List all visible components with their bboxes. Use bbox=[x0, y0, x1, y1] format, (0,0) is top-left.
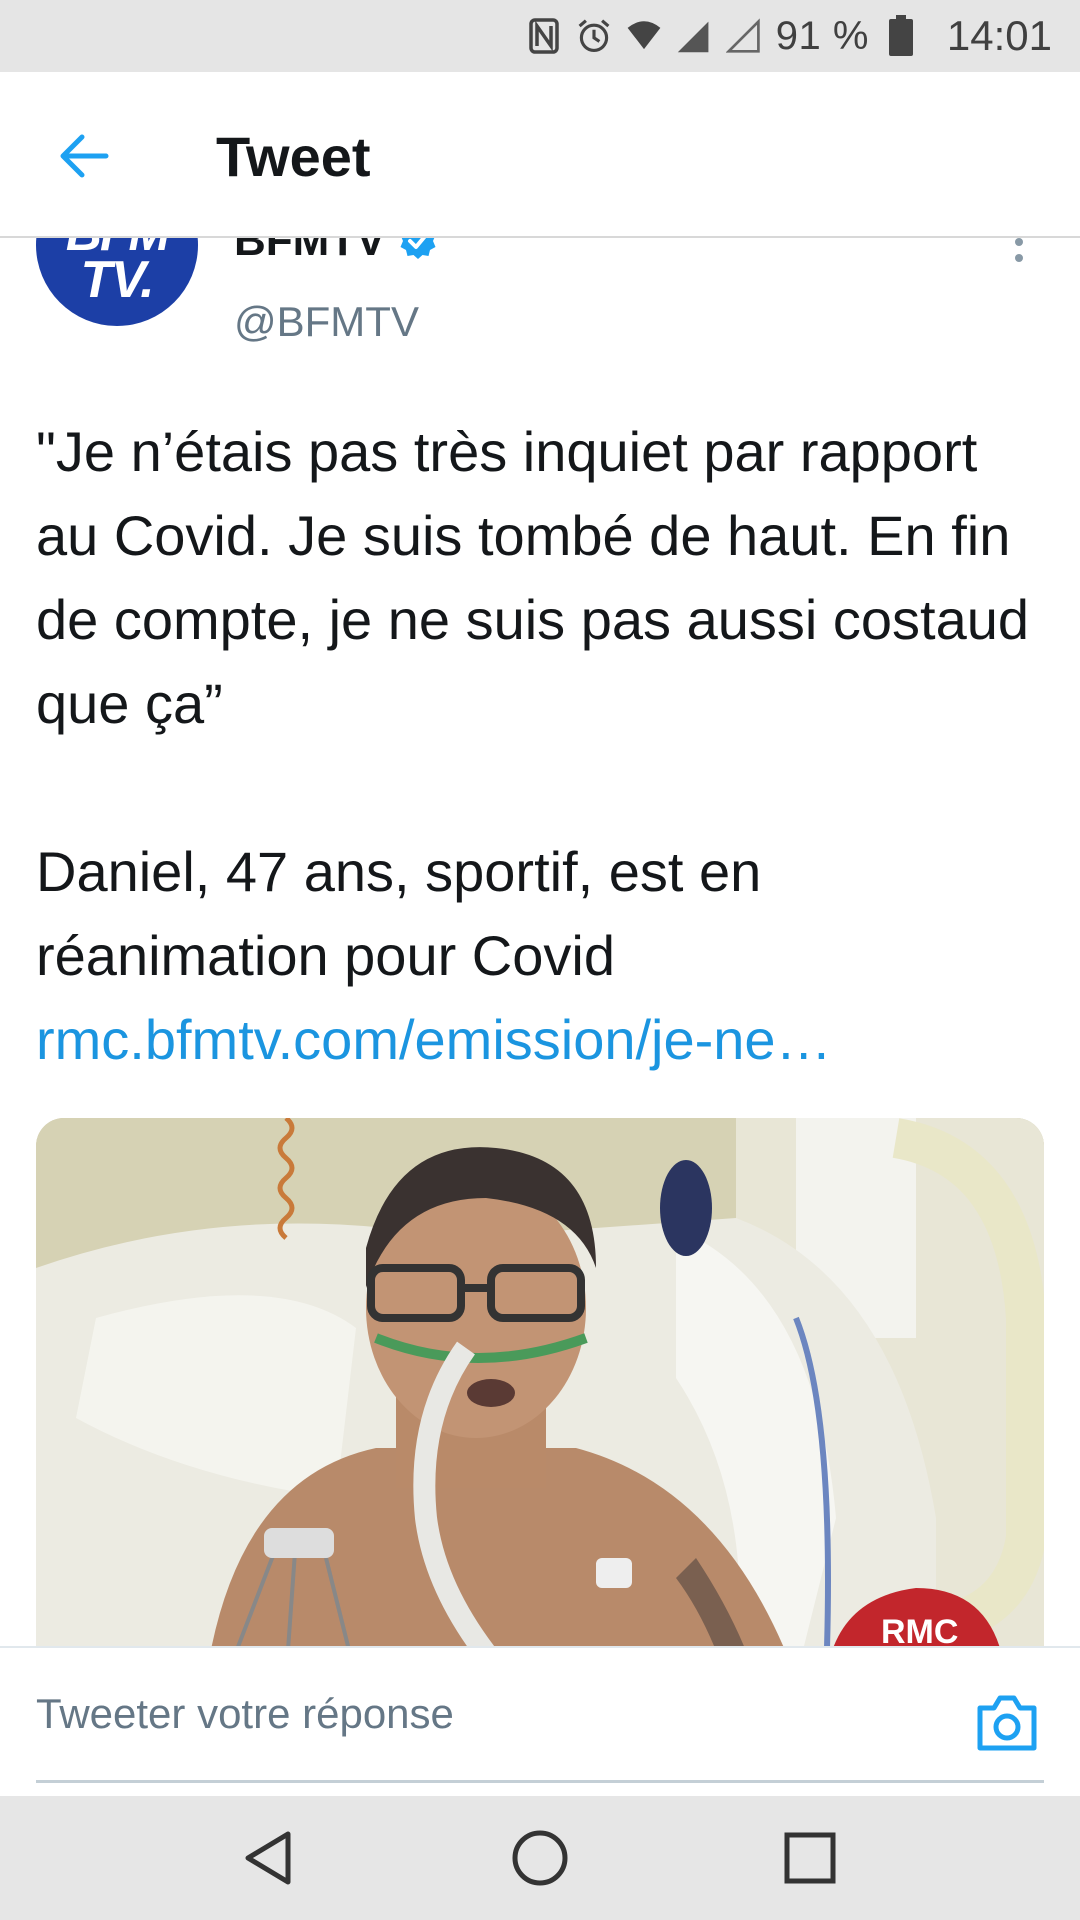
reply-input[interactable]: Tweeter votre réponse bbox=[36, 1690, 454, 1738]
nav-back-button[interactable] bbox=[238, 1826, 302, 1890]
tweet-media-image[interactable]: RMC bbox=[36, 1118, 1044, 1646]
tweet-detail: BFM TV. BFMTV @BFMTV "Je n’étais pas trè… bbox=[0, 238, 1080, 1646]
status-bar: 91 % 14:01 bbox=[0, 0, 1080, 72]
media-photo: RMC bbox=[36, 1118, 1044, 1646]
avatar-logo-text: TV. bbox=[80, 251, 154, 309]
verified-badge-icon bbox=[400, 238, 436, 259]
tweet-text: "Je n’étais pas très inquiet par rapport… bbox=[36, 410, 1046, 1082]
alarm-icon bbox=[576, 16, 612, 56]
tweet-paragraph: "Je n’étais pas très inquiet par rapport… bbox=[36, 420, 1030, 735]
signal-empty-icon bbox=[725, 16, 762, 56]
nav-recent-icon bbox=[784, 1832, 836, 1884]
author-name-label: BFMTV bbox=[234, 238, 386, 265]
battery-icon bbox=[883, 15, 919, 56]
signal-icon bbox=[676, 16, 712, 56]
more-options-button[interactable] bbox=[1004, 238, 1034, 298]
tweet-link[interactable]: rmc.bfmtv.com/emission/je-ne… bbox=[36, 998, 1046, 1082]
back-arrow-icon bbox=[60, 134, 109, 178]
system-nav-bar bbox=[0, 1796, 1080, 1920]
nav-home-button[interactable] bbox=[508, 1826, 572, 1890]
reply-input-underline bbox=[36, 1780, 1044, 1783]
more-dot-icon bbox=[1015, 254, 1023, 262]
camera-icon bbox=[977, 1695, 1037, 1751]
avatar[interactable]: BFM TV. bbox=[36, 238, 198, 326]
back-button[interactable] bbox=[52, 124, 116, 188]
more-dot-icon bbox=[1015, 238, 1023, 246]
clock: 14:01 bbox=[946, 12, 1052, 59]
app-header: Tweet bbox=[0, 72, 1080, 238]
author-name[interactable]: BFMTV bbox=[234, 238, 438, 266]
nav-back-icon bbox=[245, 1831, 291, 1885]
reply-bar: Tweeter votre réponse bbox=[0, 1646, 1080, 1796]
nfc-icon bbox=[526, 16, 562, 56]
battery-percent: 91 % bbox=[775, 13, 869, 58]
mic-label: RMC bbox=[881, 1613, 958, 1646]
tweet-paragraph: Daniel, 47 ans, sportif, est en réanimat… bbox=[36, 840, 762, 987]
page-title: Tweet bbox=[216, 125, 371, 188]
nav-recent-button[interactable] bbox=[778, 1826, 842, 1890]
nav-home-icon bbox=[512, 1830, 568, 1886]
wifi-icon bbox=[626, 16, 662, 56]
camera-button[interactable] bbox=[974, 1692, 1040, 1754]
author-handle[interactable]: @BFMTV bbox=[234, 298, 419, 346]
